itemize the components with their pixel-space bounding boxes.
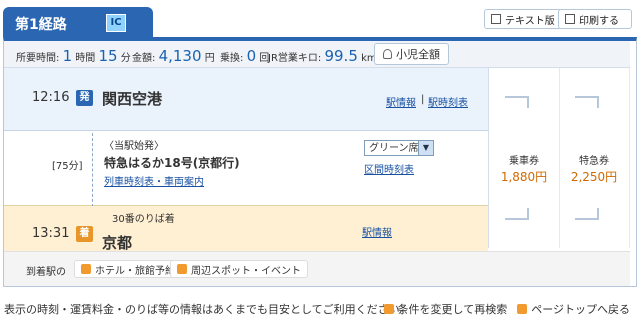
departure-badge: 発 xyxy=(76,90,93,106)
ticket-value: 1,880円 xyxy=(500,170,548,184)
print-label: 印刷する xyxy=(579,15,619,27)
route-line xyxy=(92,133,93,207)
hotel-booking-button[interactable]: ホテル・旅館予約 xyxy=(74,260,182,278)
ic-card-icon: IC xyxy=(106,14,126,32)
text-version-label: テキスト版 xyxy=(505,15,555,27)
kids-fare-button[interactable]: 小児全額 xyxy=(374,43,449,65)
arrival-time: 13:31 xyxy=(32,226,70,241)
origin-note: 〈当駅始発〉 xyxy=(104,141,164,152)
departure-row: 12:16 発 関西空港 駅情報 | 駅時刻表 xyxy=(4,68,488,131)
duration-hours: 1 xyxy=(62,47,73,65)
transfers-value: 0 xyxy=(246,47,257,65)
fare-label: 金額: xyxy=(132,53,156,64)
link-separator: | xyxy=(421,94,425,105)
jr-km: JR営業キロ: 99.5 km xyxy=(268,47,377,65)
fare-unit: 円 xyxy=(204,53,215,64)
transfers: 乗換: 0 回 xyxy=(220,47,269,65)
arrival-services-bar: 到着駅の ホテル・旅館予約 周辺スポット・イベント xyxy=(4,251,630,286)
arrow-up-icon xyxy=(517,304,528,314)
bracket-top xyxy=(505,96,529,108)
printer-icon xyxy=(565,14,575,24)
bracket-bottom xyxy=(575,208,599,220)
chevron-down-icon: ▼ xyxy=(418,141,433,155)
train-timetable-link[interactable]: 列車時刻表・車両案内 xyxy=(104,173,204,188)
duration-minutes: 15 xyxy=(98,47,118,65)
express-fare-column: 特急券 2,250円 xyxy=(559,68,630,248)
jr-km-label: JR営業キロ: xyxy=(268,53,322,64)
bracket-bottom xyxy=(505,208,529,220)
text-version-button[interactable]: テキスト版 xyxy=(484,9,562,29)
departure-station: 関西空港 xyxy=(102,90,163,108)
route-panel: 所要時間: 1 時間 15 分 金額: 4,130 円 乗換: 0 回 JR営業… xyxy=(3,37,637,287)
hotel-booking-label: ホテル・旅館予約 xyxy=(95,265,175,277)
person-icon xyxy=(383,49,392,59)
arrival-platform: 30番のりば着 xyxy=(112,214,175,225)
bottom-links: 条件を変更して再検索 ページトップへ戻る xyxy=(383,301,630,317)
jr-km-value: 99.5 xyxy=(324,47,358,65)
hotel-icon xyxy=(81,264,91,274)
fare-breakdown: 乗車券 1,880円 特急券 2,250円 xyxy=(488,68,631,248)
kids-fare-label: 小児全額 xyxy=(396,48,440,61)
arrival-badge: 着 xyxy=(76,226,93,242)
fare-value: 4,130 xyxy=(158,47,202,65)
route-body: 12:16 発 関西空港 駅情報 | 駅時刻表 〈当駅始発〉 [75分] 特急は… xyxy=(4,68,488,254)
research-label: 条件を変更して再検索 xyxy=(397,303,508,316)
arrival-row: 30番のりば着 13:31 着 京都 駅情報 xyxy=(4,206,488,254)
ticket-label: 乗車券 xyxy=(509,156,539,167)
document-icon xyxy=(491,14,501,24)
train-name: 特急はるか18号(京都行) xyxy=(104,156,240,170)
duration: 所要時間: 1 時間 15 分 xyxy=(16,47,131,65)
duration-minutes-unit: 分 xyxy=(120,53,131,64)
fare: 金額: 4,130 円 xyxy=(132,47,215,65)
page-top-label: ページトップへ戻る xyxy=(531,303,630,316)
arrival-services-label: 到着駅の xyxy=(26,267,66,278)
route-summary: 所要時間: 1 時間 15 分 金額: 4,130 円 乗換: 0 回 JR営業… xyxy=(4,41,630,68)
express-value: 2,250円 xyxy=(570,170,618,184)
nearby-spots-label: 周辺スポット・イベント xyxy=(191,265,301,277)
leg-duration: [75分] xyxy=(52,161,83,172)
ticket-fare-column: 乗車券 1,880円 xyxy=(489,68,560,248)
search-icon xyxy=(383,304,394,314)
arrival-station: 京都 xyxy=(102,234,133,252)
seat-class-select[interactable]: グリーン席 ▼ xyxy=(364,140,434,156)
disclaimer-note: 表示の時刻・運賃料金・のりば等の情報はあくまでも目安としてご利用ください。 xyxy=(4,303,411,316)
transfers-label: 乗換: xyxy=(220,53,244,64)
train-leg: 〈当駅始発〉 [75分] 特急はるか18号(京都行) 列車時刻表・車両案内 グリ… xyxy=(4,131,488,207)
seat-class-value: グリーン席 xyxy=(369,143,419,154)
arrival-station-info-link[interactable]: 駅情報 xyxy=(362,224,392,239)
duration-hours-unit: 時間 xyxy=(75,53,96,64)
nearby-spots-button[interactable]: 周辺スポット・イベント xyxy=(170,260,308,278)
departure-time: 12:16 xyxy=(32,90,70,105)
duration-label: 所要時間: xyxy=(16,53,60,64)
print-button[interactable]: 印刷する xyxy=(558,9,632,29)
route-tab-title: 第1経路 xyxy=(15,17,67,33)
express-label: 特急券 xyxy=(579,156,609,167)
page-top-link[interactable]: ページトップへ戻る xyxy=(517,301,630,317)
departure-station-info-link[interactable]: 駅情報 xyxy=(386,94,416,109)
route-tab[interactable]: 第1経路 IC xyxy=(3,7,153,37)
interval-timetable-link[interactable]: 区間時刻表 xyxy=(364,161,414,176)
departure-timetable-link[interactable]: 駅時刻表 xyxy=(428,94,468,109)
research-link[interactable]: 条件を変更して再検索 xyxy=(383,301,508,317)
spot-icon xyxy=(177,264,187,274)
bracket-top xyxy=(575,96,599,108)
